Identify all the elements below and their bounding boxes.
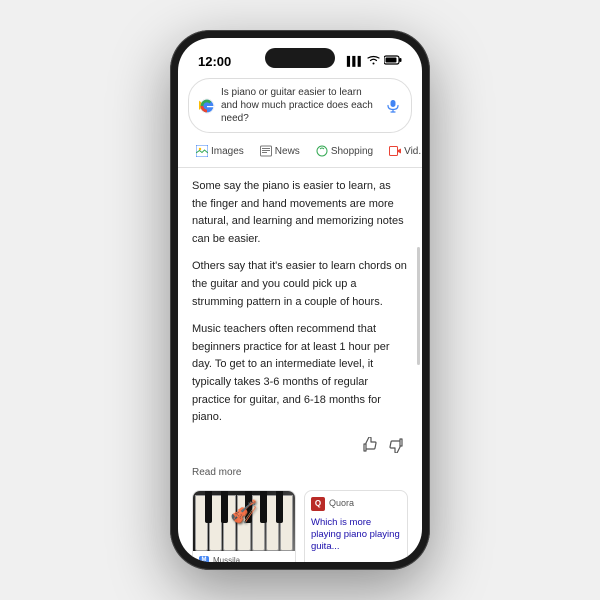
paragraph-1: Some say the piano is easier to learn, a…: [192, 178, 408, 248]
card-mussila-source: M Mussila: [193, 551, 295, 562]
mic-icon[interactable]: [385, 98, 401, 114]
content-scroll: Some say the piano is easier to learn, a…: [178, 168, 422, 562]
tab-video[interactable]: Vid...: [381, 141, 422, 161]
card-quora-title: Which is more playing piano playing guit…: [305, 515, 407, 558]
status-time: 12:00: [198, 54, 231, 69]
search-bar[interactable]: Is piano or guitar easier to learn and h…: [188, 78, 412, 133]
card-quora-snippet: I started playing instruments th now, af…: [305, 558, 407, 562]
quora-header: Q Quora: [305, 491, 407, 515]
news-icon: [260, 145, 272, 157]
tab-video-label: Vid...: [404, 146, 422, 157]
images-icon: [196, 145, 208, 157]
scroll-indicator: [417, 247, 420, 365]
google-logo: [199, 98, 215, 114]
mussila-label: Mussila: [213, 555, 240, 562]
signal-icon: ▌▌▌: [347, 56, 363, 66]
card-mussila[interactable]: 🎻 M Mussila What's Easier to Learn Piano…: [192, 490, 296, 562]
phone-screen: 12:00 ▌▌▌: [178, 38, 422, 562]
violin-decoration: 🎻: [230, 495, 257, 528]
wifi-icon: [367, 55, 380, 68]
content-area: Some say the piano is easier to learn, a…: [178, 168, 422, 562]
read-more-link[interactable]: Read more: [192, 465, 408, 480]
thumbs-down-button[interactable]: [388, 437, 404, 459]
phone-frame: 12:00 ▌▌▌: [170, 30, 430, 570]
quora-icon: Q: [311, 497, 325, 511]
tab-news-label: News: [275, 146, 300, 157]
status-icons: ▌▌▌: [347, 55, 402, 68]
tab-shopping-label: Shopping: [331, 146, 373, 157]
mussila-icon: M: [199, 556, 209, 562]
battery-icon: [384, 55, 402, 67]
card-quora[interactable]: Q Quora Which is more playing piano play…: [304, 490, 408, 562]
card-image-piano: 🎻: [193, 491, 295, 551]
video-icon: [389, 145, 401, 157]
tab-shopping[interactable]: Shopping: [308, 141, 381, 161]
paragraph-3: Music teachers often recommend that begi…: [192, 321, 408, 427]
tab-news[interactable]: News: [252, 141, 308, 161]
paragraph-2: Others say that it's easier to learn cho…: [192, 258, 408, 311]
tabs-row: Images News Shopping: [178, 139, 422, 168]
tab-images-label: Images: [211, 146, 244, 157]
feedback-row: [192, 437, 408, 459]
thumbs-up-button[interactable]: [362, 437, 378, 459]
tab-images[interactable]: Images: [188, 141, 252, 161]
search-query-text: Is piano or guitar easier to learn and h…: [221, 86, 379, 125]
shopping-icon: [316, 145, 328, 157]
cards-row: 🎻 M Mussila What's Easier to Learn Piano…: [192, 490, 408, 562]
quora-label: Quora: [329, 497, 354, 511]
dynamic-island: [265, 48, 335, 68]
